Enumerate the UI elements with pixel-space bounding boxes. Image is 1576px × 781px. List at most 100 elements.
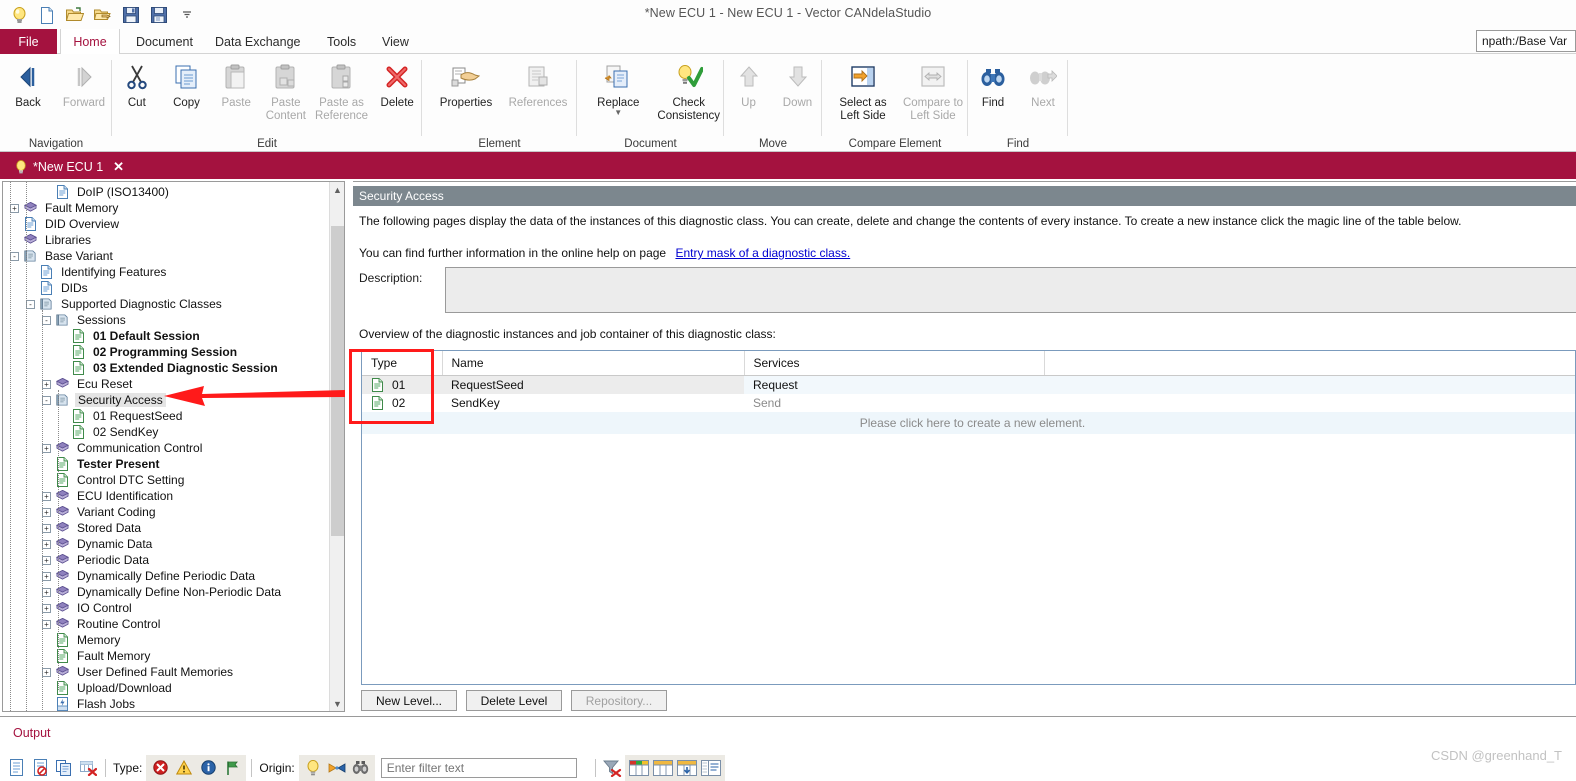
- show-output-icon[interactable]: [4, 756, 28, 780]
- tree-expand-icon[interactable]: +: [42, 667, 51, 677]
- column-header-name[interactable]: Name: [442, 351, 745, 376]
- tree-item[interactable]: DID Overview: [3, 216, 331, 232]
- references-button[interactable]: References: [502, 54, 574, 110]
- tree-expand-icon[interactable]: +: [42, 523, 51, 533]
- delete-button[interactable]: Delete: [372, 54, 422, 110]
- magic-line-label[interactable]: Please click here to create a new elemen…: [362, 411, 1575, 434]
- tree-item[interactable]: + Stored Data: [3, 520, 331, 536]
- clear-table-icon[interactable]: [76, 756, 100, 780]
- tree-item[interactable]: + ECU Identification: [3, 488, 331, 504]
- details-view-icon[interactable]: [699, 756, 723, 780]
- tree-item[interactable]: + Ecu Reset: [3, 376, 331, 392]
- tab-file[interactable]: File: [0, 29, 57, 54]
- replace-button[interactable]: Replace ▼: [583, 54, 654, 117]
- cell-services[interactable]: Send: [744, 393, 1044, 412]
- tree-item[interactable]: DoIP (ISO13400): [3, 184, 331, 200]
- new-level-button[interactable]: New Level...: [361, 690, 457, 711]
- tree-item[interactable]: 01 Default Session: [3, 328, 331, 344]
- cell-name[interactable]: SendKey: [442, 393, 744, 412]
- table-row[interactable]: 01 RequestSeed Request: [362, 375, 1575, 394]
- info-icon[interactable]: [196, 756, 220, 780]
- tree-item[interactable]: 02 Programming Session: [3, 344, 331, 360]
- tab-data-exchange[interactable]: Data Exchange: [203, 29, 312, 54]
- move-down-button[interactable]: Down: [773, 54, 822, 110]
- tree-expand-icon[interactable]: +: [42, 443, 51, 453]
- table-row[interactable]: 02 SendKey Send: [362, 393, 1575, 412]
- scroll-thumb[interactable]: [331, 226, 344, 536]
- tree-item[interactable]: + Dynamically Define Non-Periodic Data: [3, 584, 331, 600]
- tab-view[interactable]: View: [370, 29, 421, 54]
- delete-level-button[interactable]: Delete Level: [466, 690, 562, 711]
- back-button[interactable]: Back: [0, 54, 56, 110]
- tree-item[interactable]: Flash Jobs: [3, 696, 331, 711]
- tree-item[interactable]: 02 SendKey: [3, 424, 331, 440]
- magic-line-row[interactable]: Please click here to create a new elemen…: [362, 411, 1575, 434]
- tree-item[interactable]: - Supported Diagnostic Classes: [3, 296, 331, 312]
- tab-document[interactable]: Document: [124, 29, 205, 54]
- tree-item[interactable]: + Fault Memory: [3, 200, 331, 216]
- select-as-left-side-button[interactable]: Select as Left Side: [828, 54, 898, 123]
- forward-button[interactable]: Forward: [56, 54, 112, 110]
- colorize-columns-icon[interactable]: [627, 756, 651, 780]
- paste-reference-button[interactable]: Paste as Reference: [311, 54, 373, 123]
- find-next-button[interactable]: Next: [1018, 54, 1068, 110]
- tree-item[interactable]: Fault Memory: [3, 648, 331, 664]
- tree-vertical-scrollbar[interactable]: ▲ ▼: [329, 182, 344, 711]
- copy-rows-icon[interactable]: [52, 756, 76, 780]
- cut-button[interactable]: Cut: [112, 54, 162, 110]
- tree-item[interactable]: Libraries: [3, 232, 331, 248]
- output-filter-input[interactable]: [380, 757, 577, 778]
- tree-item[interactable]: Upload/Download: [3, 680, 331, 696]
- move-up-button[interactable]: Up: [724, 54, 773, 110]
- tree-item[interactable]: 03 Extended Diagnostic Session: [3, 360, 331, 376]
- tree-expand-icon[interactable]: +: [42, 491, 51, 501]
- tree-expand-icon[interactable]: +: [42, 587, 51, 597]
- tree-collapse-icon[interactable]: -: [42, 395, 51, 405]
- cell-blank[interactable]: [1044, 375, 1575, 394]
- find-button[interactable]: Find: [968, 54, 1018, 110]
- tree-item[interactable]: - Sessions: [3, 312, 331, 328]
- tab-home[interactable]: Home: [60, 29, 120, 55]
- cell-blank[interactable]: [1044, 393, 1575, 412]
- paste-content-button[interactable]: Paste Content: [261, 54, 311, 123]
- tree-collapse-icon[interactable]: -: [42, 315, 51, 325]
- copy-button[interactable]: Copy: [162, 54, 212, 110]
- cell-type[interactable]: 02: [362, 393, 442, 412]
- repository-button[interactable]: Repository...: [571, 690, 667, 711]
- tree-expand-icon[interactable]: +: [42, 539, 51, 549]
- tree-item[interactable]: - Security Access: [3, 392, 331, 408]
- scroll-up-arrow-icon[interactable]: ▲: [330, 182, 344, 197]
- tree-expand-icon[interactable]: +: [42, 603, 51, 613]
- scroll-down-arrow-icon[interactable]: ▼: [330, 696, 344, 711]
- tree-item[interactable]: Identifying Features: [3, 264, 331, 280]
- tree-collapse-icon[interactable]: -: [10, 251, 19, 261]
- cell-services[interactable]: Request: [744, 375, 1044, 394]
- properties-button[interactable]: Properties: [430, 54, 502, 110]
- tree-item[interactable]: Memory: [3, 632, 331, 648]
- tree-item[interactable]: - Base Variant: [3, 248, 331, 264]
- cell-type[interactable]: 01: [362, 375, 442, 394]
- npath-input[interactable]: npath:/Base Var: [1476, 30, 1576, 52]
- help-link[interactable]: Entry mask of a diagnostic class.: [675, 246, 850, 260]
- columns-icon[interactable]: [651, 756, 675, 780]
- tree-item[interactable]: + Dynamic Data: [3, 536, 331, 552]
- tree-collapse-icon[interactable]: -: [26, 299, 35, 309]
- tree-item[interactable]: + IO Control: [3, 600, 331, 616]
- tree-expand-icon[interactable]: +: [42, 507, 51, 517]
- paste-button[interactable]: Paste: [211, 54, 261, 110]
- cell-name[interactable]: RequestSeed: [442, 375, 744, 394]
- tab-tools[interactable]: Tools: [315, 29, 368, 54]
- description-input[interactable]: [445, 267, 1576, 313]
- binoculars-icon[interactable]: [349, 756, 373, 780]
- tree-item[interactable]: + Routine Control: [3, 616, 331, 632]
- check-consistency-button[interactable]: Check Consistency: [654, 54, 725, 123]
- tree-expand-icon[interactable]: +: [42, 555, 51, 565]
- compare-to-left-side-button[interactable]: Compare to Left Side: [898, 54, 968, 123]
- tree-item[interactable]: + User Defined Fault Memories: [3, 664, 331, 680]
- column-header-blank[interactable]: [1044, 351, 1575, 376]
- tree-expand-icon[interactable]: +: [10, 203, 19, 213]
- autofit-columns-icon[interactable]: [675, 756, 699, 780]
- document-tab-new-ecu-1[interactable]: *New ECU 1 ✕: [8, 155, 134, 179]
- tree-item[interactable]: Tester Present: [3, 456, 331, 472]
- exchange-icon[interactable]: [325, 756, 349, 780]
